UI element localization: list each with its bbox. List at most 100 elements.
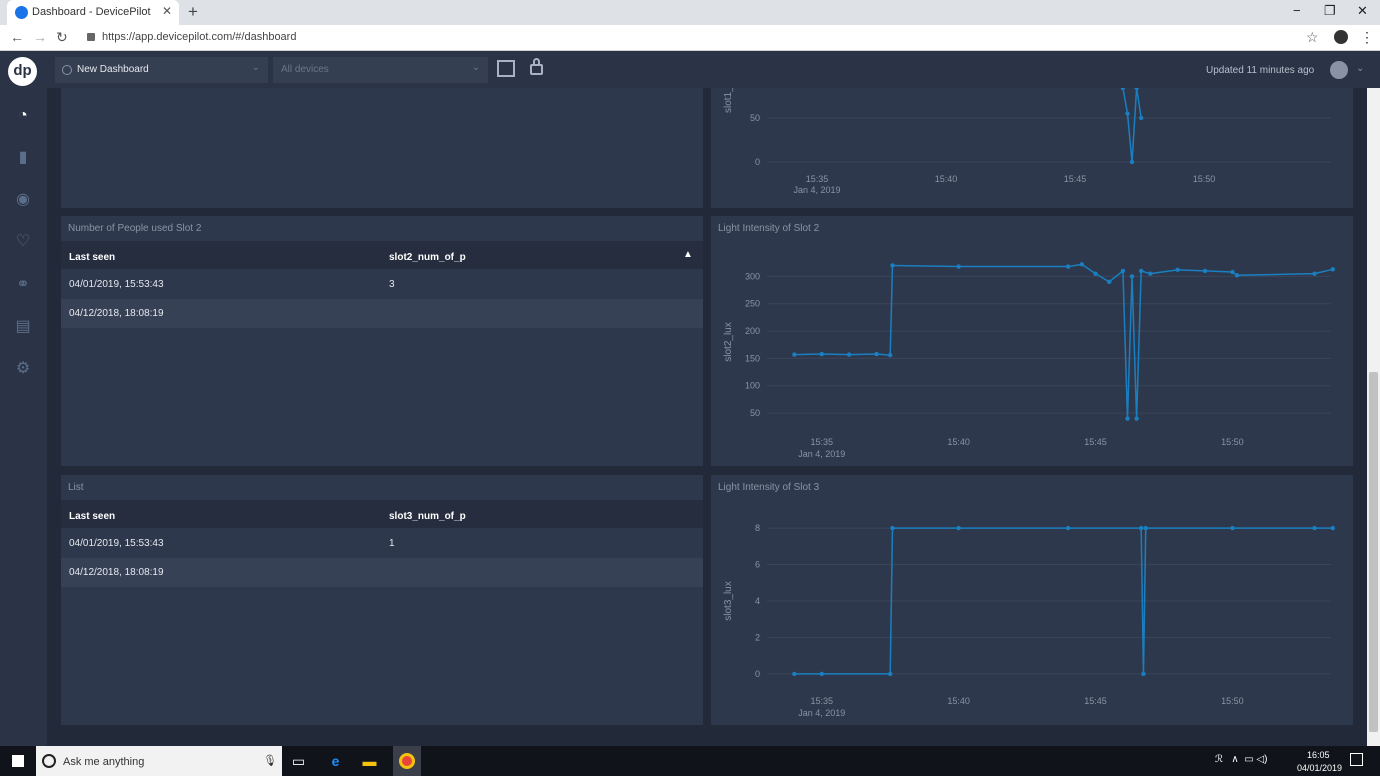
data-point <box>1175 267 1180 273</box>
page-scrollbar[interactable] <box>1367 88 1380 746</box>
app-header: dp New Dashboard ⌄ All devices ⌄ Updated… <box>0 51 1380 88</box>
y-tick-label: 200 <box>745 326 760 336</box>
eye-icon[interactable]: ◉ <box>13 190 33 210</box>
sort-up-icon[interactable]: ▲ <box>683 249 693 260</box>
data-point <box>1202 268 1208 274</box>
clock-date[interactable]: 04/01/2019 <box>1297 763 1342 773</box>
flow-icon[interactable]: ⚭ <box>13 275 33 295</box>
x-date-label: Jan 4, 2019 <box>798 449 845 459</box>
devicepilot-favicon-icon <box>15 6 28 19</box>
x-tick-label: 15:50 <box>1193 174 1216 184</box>
data-point <box>956 264 961 269</box>
minimize-button[interactable]: − <box>1293 3 1301 18</box>
slot2-chart-panel: Light Intensity of Slot 2 slot2_lux 300 25… <box>711 216 1353 466</box>
dashboard-select[interactable]: New Dashboard ⌄ <box>55 57 268 83</box>
fullscreen-icon[interactable] <box>497 60 515 77</box>
cortana-placeholder: Ask me anything <box>63 756 145 768</box>
x-tick-label: 15:45 <box>1084 437 1107 447</box>
system-tray[interactable]: ℛ ∧ ▭ ◁) <box>1215 754 1267 765</box>
x-tick-label: 15:50 <box>1221 696 1244 706</box>
lock-dashboard-icon[interactable] <box>530 64 543 75</box>
book-icon[interactable]: ▤ <box>13 317 33 337</box>
y-tick-label: 250 <box>745 299 760 309</box>
x-tick-label: 15:50 <box>1221 437 1244 447</box>
edge-icon[interactable]: e <box>327 753 344 769</box>
cell-last-seen: 04/12/2018, 18:08:19 <box>69 567 164 578</box>
data-point <box>1138 268 1144 274</box>
microphone-icon[interactable]: 🎙 <box>263 754 277 767</box>
heartbeat-icon[interactable]: ♡ <box>13 232 33 252</box>
dashboard-select-value: New Dashboard <box>77 64 149 75</box>
x-tick-label: 15:35 <box>806 174 829 184</box>
close-tab-icon[interactable]: ✕ <box>162 4 172 18</box>
data-point <box>1129 274 1135 279</box>
chrome-taskbar-button[interactable] <box>393 746 421 776</box>
table-row[interactable]: 04/12/2018, 18:08:19 <box>61 558 703 587</box>
table-row[interactable]: 04/01/2019, 15:53:43 1 <box>61 529 703 558</box>
y-axis-label: slot3_lux <box>723 581 734 620</box>
forward-arrow-icon[interactable]: → <box>33 29 47 45</box>
top-chart-panel: slot1_ 50 0 15:35 15:40 15:45 15:50 Jan … <box>711 88 1353 208</box>
chevron-down-icon[interactable]: ⌄ <box>1356 63 1364 74</box>
profile-icon[interactable] <box>1334 30 1348 44</box>
data-point <box>1125 111 1130 116</box>
settings-icon[interactable]: ⚙ <box>13 359 33 379</box>
y-tick-label: 0 <box>755 669 760 679</box>
column-header-last-seen[interactable]: Last seen <box>69 252 115 263</box>
table-row[interactable]: 04/12/2018, 18:08:19 <box>61 299 703 328</box>
back-arrow-icon[interactable]: ← <box>10 29 24 45</box>
column-header-last-seen[interactable]: Last seen <box>69 511 115 522</box>
chrome-icon <box>399 753 415 769</box>
cell-last-seen: 04/12/2018, 18:08:19 <box>69 308 164 319</box>
column-header-value[interactable]: slot3_num_of_p <box>389 511 466 522</box>
data-point <box>792 352 797 357</box>
devicepilot-logo[interactable]: dp <box>8 57 37 86</box>
notification-icon[interactable] <box>1350 753 1363 766</box>
file-explorer-icon[interactable]: ▬ <box>361 753 378 769</box>
url-field[interactable]: https://app.devicepilot.com/#/dashboard <box>102 31 296 43</box>
y-tick-label: 50 <box>750 408 760 418</box>
task-view-icon[interactable]: ▭ <box>290 753 307 769</box>
data-point <box>1148 271 1153 276</box>
data-point <box>1234 273 1240 278</box>
cortana-search-box[interactable]: Ask me anything 🎙 <box>36 746 282 776</box>
column-header-value[interactable]: slot2_num_of_p <box>389 252 466 263</box>
bar-chart-icon[interactable]: ▮ <box>13 148 33 168</box>
x-tick-label: 15:40 <box>947 696 970 706</box>
new-tab-button[interactable]: + <box>188 2 198 22</box>
y-tick-label: 50 <box>750 113 760 123</box>
updated-status: Updated 11 minutes ago <box>1206 65 1315 76</box>
bookmark-star-icon[interactable]: ☆ <box>1306 29 1319 46</box>
data-point <box>890 263 895 268</box>
data-point <box>956 525 961 531</box>
browser-menu-icon[interactable]: ⋮ <box>1360 29 1374 46</box>
devices-select[interactable]: All devices ⌄ <box>273 57 488 83</box>
dashboard-icon[interactable]: ◔ <box>13 106 33 126</box>
restore-button[interactable]: ❐ <box>1324 3 1336 19</box>
x-tick-label: 15:40 <box>947 437 970 447</box>
data-point <box>819 671 824 677</box>
data-point <box>1230 269 1235 275</box>
tab-title: Dashboard - DevicePilot <box>32 6 151 18</box>
windows-taskbar: Ask me anything 🎙 ▭ e ▬ ℛ ∧ ▭ ◁) 16:05 0… <box>0 746 1380 776</box>
clock-time[interactable]: 16:05 <box>1307 750 1330 760</box>
y-tick-label: 0 <box>755 157 760 167</box>
browser-tab[interactable]: Dashboard - DevicePilot ✕ <box>7 0 179 25</box>
devices-select-placeholder: All devices <box>281 64 329 75</box>
top-chart-series <box>1120 88 1144 165</box>
scrollbar-thumb[interactable] <box>1369 372 1378 732</box>
user-avatar-icon[interactable] <box>1330 61 1348 79</box>
close-window-button[interactable]: ✕ <box>1357 3 1368 19</box>
data-point <box>1134 416 1139 421</box>
reload-icon[interactable]: ↻ <box>56 29 68 46</box>
logo-text: dp <box>13 62 32 79</box>
data-point <box>1330 267 1336 272</box>
windows-start-icon[interactable] <box>12 755 24 767</box>
panel-title: List <box>68 482 84 493</box>
data-point <box>1120 88 1126 91</box>
table-row[interactable]: 04/01/2019, 15:53:43 3 <box>61 270 703 299</box>
data-point <box>1141 671 1146 677</box>
data-point <box>1065 525 1071 531</box>
chevron-down-icon: ⌄ <box>251 62 260 73</box>
table-header: Last seen slot2_num_of_p ▲ <box>61 241 703 269</box>
